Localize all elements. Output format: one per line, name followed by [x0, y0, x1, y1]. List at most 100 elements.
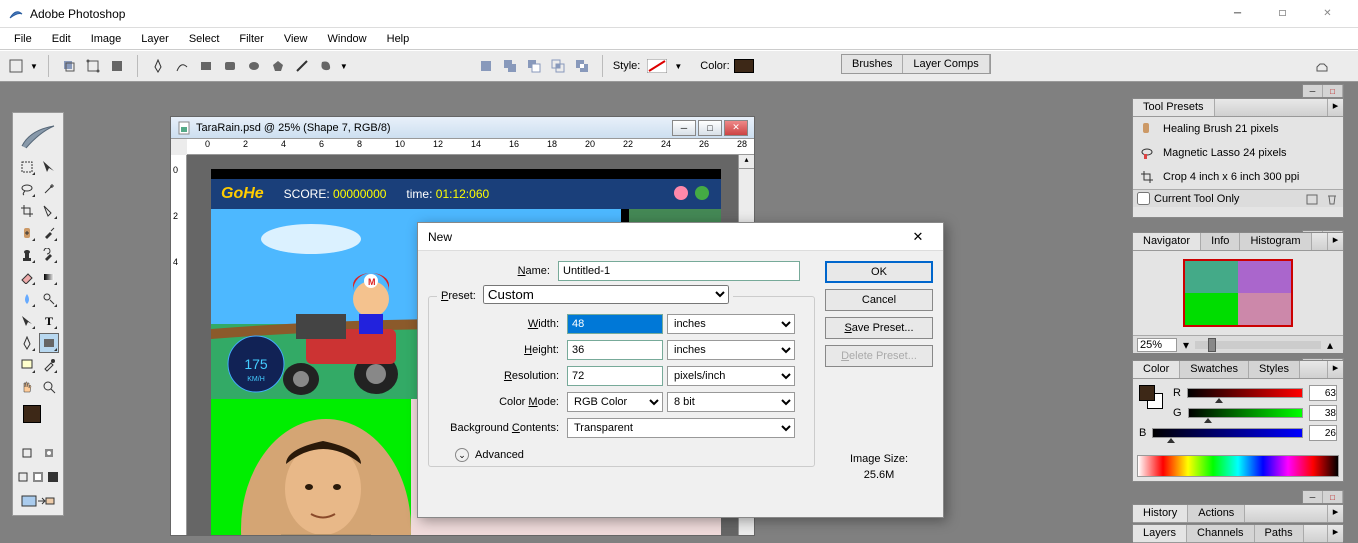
- styles-tab[interactable]: Styles: [1249, 361, 1300, 378]
- fill-pixels-icon[interactable]: [107, 56, 127, 76]
- menu-select[interactable]: Select: [179, 30, 230, 48]
- marquee-tool[interactable]: [17, 157, 37, 177]
- navigator-tab[interactable]: Navigator: [1133, 233, 1201, 250]
- zoom-out-icon[interactable]: ▾: [1183, 338, 1189, 352]
- blur-tool[interactable]: [17, 289, 37, 309]
- screen-full-menu-icon[interactable]: [32, 467, 45, 487]
- preset-item[interactable]: Healing Brush 21 pixels: [1133, 117, 1343, 141]
- gradient-tool[interactable]: [39, 267, 59, 287]
- preset-item[interactable]: Crop 4 inch x 6 inch 300 ppi: [1133, 165, 1343, 189]
- wand-tool[interactable]: [39, 179, 59, 199]
- rounded-rect-icon[interactable]: [220, 56, 240, 76]
- ellipse-icon[interactable]: [244, 56, 264, 76]
- spectrum-ramp[interactable]: [1137, 455, 1339, 477]
- fg-swatch[interactable]: [1139, 385, 1155, 401]
- imageready-icon[interactable]: [17, 491, 59, 511]
- color-tab[interactable]: Color: [1133, 361, 1180, 378]
- eyedropper-tool[interactable]: [39, 355, 59, 375]
- brush-tool[interactable]: [39, 223, 59, 243]
- width-unit-select[interactable]: inches: [667, 314, 795, 334]
- maximize-button[interactable]: □: [1260, 0, 1305, 28]
- doc-close-button[interactable]: ✕: [724, 120, 748, 136]
- combine-add-icon[interactable]: [500, 56, 520, 76]
- freeform-pen-icon[interactable]: [172, 56, 192, 76]
- rect-shape-icon[interactable]: [196, 56, 216, 76]
- panel-menu-icon[interactable]: ▸: [1327, 361, 1343, 378]
- hand-tool[interactable]: [17, 377, 37, 397]
- menu-filter[interactable]: Filter: [229, 30, 273, 48]
- type-tool[interactable]: T: [39, 311, 59, 331]
- bg-contents-select[interactable]: Transparent: [567, 418, 795, 438]
- palette-well-icon[interactable]: [1312, 56, 1332, 76]
- stamp-tool[interactable]: [17, 245, 37, 265]
- new-preset-icon[interactable]: [1305, 192, 1319, 206]
- g-value[interactable]: [1309, 405, 1337, 421]
- menu-layer[interactable]: Layer: [131, 30, 179, 48]
- navigator-thumbnail[interactable]: [1133, 251, 1343, 335]
- pen-icon[interactable]: [148, 56, 168, 76]
- quick-mask-icon[interactable]: [39, 443, 59, 463]
- histogram-tab[interactable]: Histogram: [1240, 233, 1311, 250]
- screen-full-icon[interactable]: [46, 467, 59, 487]
- panel-menu-icon[interactable]: ▸: [1327, 233, 1343, 250]
- swatches-tab[interactable]: Swatches: [1180, 361, 1249, 378]
- menu-help[interactable]: Help: [377, 30, 420, 48]
- history-tab[interactable]: History: [1133, 505, 1188, 522]
- channels-tab[interactable]: Channels: [1187, 525, 1254, 542]
- advanced-toggle[interactable]: ⌄ Advanced: [455, 448, 806, 462]
- b-slider[interactable]: [1152, 428, 1303, 438]
- zoom-value[interactable]: 25%: [1137, 338, 1177, 352]
- notes-tool[interactable]: [17, 355, 37, 375]
- menu-file[interactable]: File: [4, 30, 42, 48]
- color-swatch[interactable]: [734, 59, 754, 73]
- paths-tab[interactable]: Paths: [1255, 525, 1304, 542]
- info-tab[interactable]: Info: [1201, 233, 1240, 250]
- doc-minimize-button[interactable]: ─: [672, 120, 696, 136]
- combine-new-icon[interactable]: [476, 56, 496, 76]
- layers-tab[interactable]: Layers: [1133, 525, 1187, 542]
- eraser-tool[interactable]: [17, 267, 37, 287]
- height-unit-select[interactable]: inches: [667, 340, 795, 360]
- standard-mode-icon[interactable]: [17, 443, 37, 463]
- menu-image[interactable]: Image: [81, 30, 132, 48]
- g-slider[interactable]: [1188, 408, 1303, 418]
- pen-tool[interactable]: [17, 333, 37, 353]
- name-field[interactable]: [558, 261, 800, 281]
- polygon-icon[interactable]: [268, 56, 288, 76]
- menu-window[interactable]: Window: [318, 30, 377, 48]
- actions-tab[interactable]: Actions: [1188, 505, 1245, 522]
- layer-comps-tab[interactable]: Layer Comps: [903, 55, 989, 73]
- style-swatch[interactable]: [644, 56, 670, 76]
- cancel-button[interactable]: Cancel: [825, 289, 933, 311]
- combine-intersect-icon[interactable]: [548, 56, 568, 76]
- healing-tool[interactable]: [17, 223, 37, 243]
- document-titlebar[interactable]: TaraRain.psd @ 25% (Shape 7, RGB/8) ─ □ …: [171, 117, 754, 139]
- zoom-slider[interactable]: [1195, 341, 1321, 349]
- resolution-field[interactable]: [567, 366, 663, 386]
- dialog-titlebar[interactable]: New ✕: [418, 223, 943, 251]
- width-field[interactable]: [567, 314, 663, 334]
- slice-tool[interactable]: [39, 201, 59, 221]
- dodge-tool[interactable]: [39, 289, 59, 309]
- panel-menu-icon[interactable]: ▸: [1327, 505, 1343, 522]
- line-icon[interactable]: [292, 56, 312, 76]
- resolution-unit-select[interactable]: pixels/inch: [667, 366, 795, 386]
- zoom-in-icon[interactable]: ▴: [1327, 338, 1333, 352]
- close-button[interactable]: ✕: [1305, 0, 1350, 28]
- paths-icon[interactable]: [83, 56, 103, 76]
- minimize-button[interactable]: ─: [1215, 0, 1260, 28]
- r-value[interactable]: [1309, 385, 1337, 401]
- screen-standard-icon[interactable]: [17, 467, 30, 487]
- lasso-tool[interactable]: [17, 179, 37, 199]
- doc-maximize-button[interactable]: □: [698, 120, 722, 136]
- brushes-tab[interactable]: Brushes: [842, 55, 903, 73]
- r-slider[interactable]: [1187, 388, 1303, 398]
- shape-tool-indicator[interactable]: [6, 56, 26, 76]
- dialog-close-button[interactable]: ✕: [903, 223, 933, 251]
- b-value[interactable]: [1309, 425, 1337, 441]
- height-field[interactable]: [567, 340, 663, 360]
- preset-item[interactable]: Magnetic Lasso 24 pixels: [1133, 141, 1343, 165]
- combine-exclude-icon[interactable]: [572, 56, 592, 76]
- preset-select[interactable]: Custom: [483, 285, 729, 304]
- menu-view[interactable]: View: [274, 30, 318, 48]
